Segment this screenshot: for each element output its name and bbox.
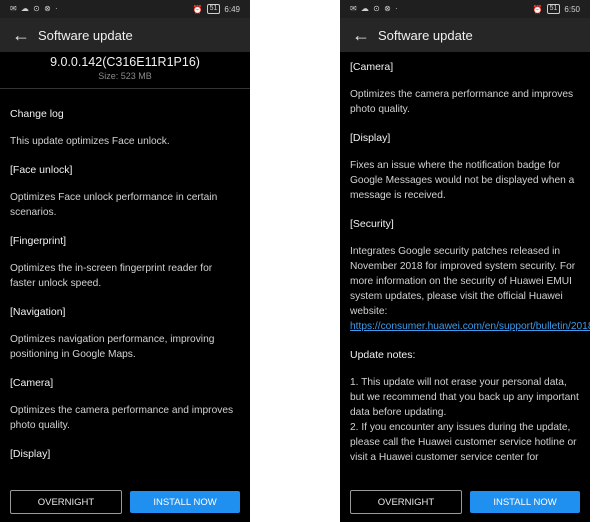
section-text-security: Integrates Google security patches relea… — [350, 244, 590, 334]
section-text-navigation: Optimizes navigation performance, improv… — [10, 334, 215, 360]
battery-icon: 51 — [206, 4, 221, 14]
action-bar: OVERNIGHT INSTALL NOW — [0, 482, 250, 522]
notification-icons: ✉ ☁ ⊙ ⊗ · — [350, 4, 399, 13]
section-text-display: Fixes an issue where the notification ba… — [350, 160, 575, 201]
section-text-face-unlock: Optimizes Face unlock performance in cer… — [10, 192, 218, 218]
section-heading-camera: [Camera] — [10, 377, 54, 389]
divider — [0, 88, 250, 89]
section-heading-camera: [Camera] — [350, 61, 394, 73]
overnight-button[interactable]: OVERNIGHT — [10, 490, 122, 514]
clock: 6:49 — [224, 4, 240, 14]
page-title: Software update — [38, 27, 133, 43]
update-size: Size: 523 MB — [98, 71, 152, 81]
status-right: ⏰ 51 6:50 — [533, 4, 580, 14]
section-heading-fingerprint: [Fingerprint] — [10, 235, 67, 247]
status-right: ⏰ 51 6:49 — [193, 4, 240, 14]
alarm-icon: ⏰ — [532, 4, 543, 14]
app-bar: ← Software update — [340, 18, 590, 52]
app-bar: ← Software update — [0, 18, 250, 52]
phone-screen-left: ✉ ☁ ⊙ ⊗ · ⏰ 51 6:49 ← Software update 9.… — [0, 0, 250, 522]
update-note-1: 1. This update will not erase your perso… — [350, 377, 579, 418]
action-bar: OVERNIGHT INSTALL NOW — [340, 482, 590, 522]
battery-icon: 51 — [546, 4, 561, 14]
clock: 6:50 — [564, 4, 580, 14]
security-text: Integrates Google security patches relea… — [350, 246, 576, 317]
changelog-intro: This update optimizes Face unlock. — [10, 136, 170, 147]
status-bar: ✉ ☁ ⊙ ⊗ · ⏰ 51 6:49 — [0, 0, 250, 18]
update-notes-heading: Update notes: — [350, 349, 416, 361]
install-now-button[interactable]: INSTALL NOW — [470, 491, 580, 513]
section-heading-display: [Display] — [10, 448, 51, 460]
update-content[interactable]: 9.0.0.142(C316E11R1P16) Size: 523 MB Cha… — [0, 52, 250, 482]
notification-icons: ✉ ☁ ⊙ ⊗ · — [10, 4, 59, 13]
phone-screen-right: ✉ ☁ ⊙ ⊗ · ⏰ 51 6:50 ← Software update [C… — [340, 0, 590, 522]
section-text-camera: Optimizes the camera performance and imp… — [10, 405, 234, 431]
section-text-camera: Optimizes the camera performance and imp… — [350, 89, 574, 115]
section-heading-display: [Display] — [350, 132, 391, 144]
page-title: Software update — [378, 27, 473, 43]
install-now-button[interactable]: INSTALL NOW — [130, 491, 240, 513]
version-number: 9.0.0.142(C316E11R1P16) — [50, 55, 200, 69]
back-arrow-icon[interactable]: ← — [6, 18, 36, 52]
update-content[interactable]: [Camera] Optimizes the camera performanc… — [340, 52, 590, 482]
overnight-button[interactable]: OVERNIGHT — [350, 490, 462, 514]
back-arrow-icon[interactable]: ← — [346, 18, 376, 52]
alarm-icon: ⏰ — [192, 4, 203, 14]
section-heading-security: [Security] — [350, 218, 394, 230]
status-bar: ✉ ☁ ⊙ ⊗ · ⏰ 51 6:50 — [340, 0, 590, 18]
section-heading-navigation: [Navigation] — [10, 306, 66, 318]
changelog-title: Change log — [10, 108, 64, 120]
section-heading-face-unlock: [Face unlock] — [10, 164, 73, 176]
update-note-2: 2. If you encounter any issues during th… — [350, 422, 577, 463]
section-text-fingerprint: Optimizes the in-screen fingerprint read… — [10, 263, 213, 289]
security-bulletin-link[interactable]: https://consumer.huawei.com/en/support/b… — [350, 321, 590, 332]
